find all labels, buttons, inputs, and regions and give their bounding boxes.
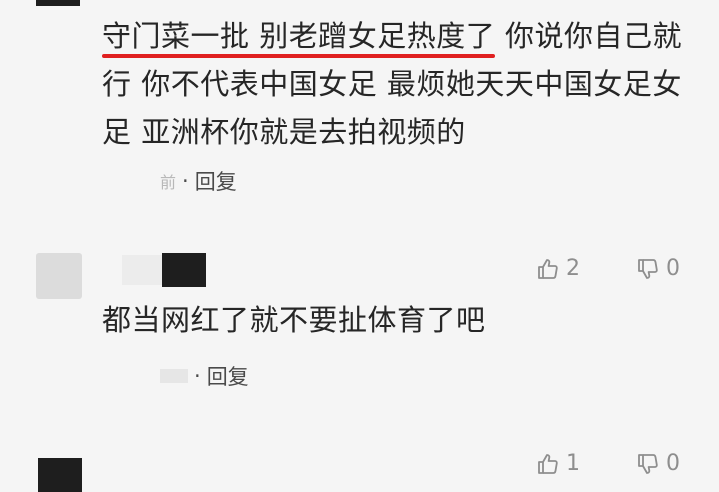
comment-3-avatar[interactable]: [38, 458, 82, 492]
comment-1-time: 前: [160, 173, 177, 192]
comment-2-text: 都当网红了就不要扯体育了吧: [102, 303, 486, 337]
highlight-underline: [102, 54, 496, 58]
comment-2-like-button[interactable]: 2: [536, 256, 580, 281]
thumbs-up-icon: [538, 258, 558, 279]
comment-2-like-count: 2: [566, 256, 580, 281]
comment-2-dislike-button[interactable]: 0: [636, 256, 680, 281]
thumbs-up-icon: [538, 453, 558, 474]
comment-2-time-redaction: [160, 369, 188, 383]
meta-dot: ·: [182, 169, 189, 193]
comment-1-reply-button[interactable]: 回复: [195, 166, 237, 196]
comment-1-meta: 前 · 回复: [160, 166, 237, 196]
comment-2-username-dark: [162, 253, 206, 287]
comment-3-like-count: 1: [566, 451, 580, 476]
comment-2-dislike-count: 0: [666, 256, 680, 281]
redacted-avatar-top: [36, 0, 80, 6]
comment-1-text: 守门菜一批 别老蹭女足热度了 你说你自己就行 你不代表中国女足 最烦她天天中国女…: [102, 12, 692, 156]
comment-3-dislike-button[interactable]: 0: [636, 451, 680, 476]
thumbs-down-icon: [638, 453, 658, 474]
comment-2-reply-button[interactable]: 回复: [207, 361, 249, 391]
comment-3-dislike-count: 0: [666, 451, 680, 476]
comment-2-username-redaction: [122, 255, 162, 285]
thumbs-down-icon: [638, 258, 658, 279]
comment-2-meta: · 回复: [160, 361, 249, 391]
comment-2-avatar[interactable]: [36, 253, 82, 299]
meta-dot: ·: [194, 364, 201, 388]
comment-3-like-button[interactable]: 1: [536, 451, 580, 476]
comment-1-highlight: 守门菜一批 别老蹭女足热度了: [102, 19, 496, 58]
